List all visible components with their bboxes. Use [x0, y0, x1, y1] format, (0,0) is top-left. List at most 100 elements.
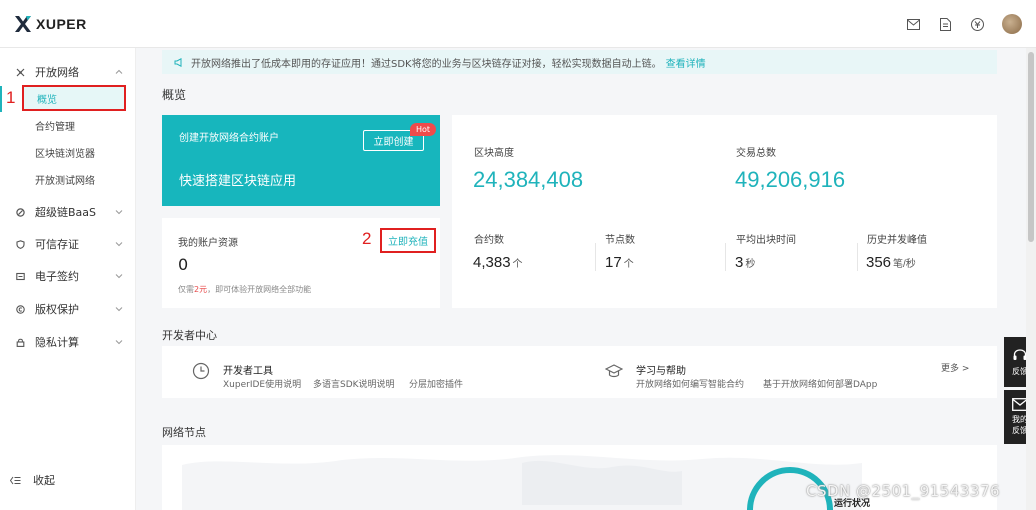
dev-tools-link-ide[interactable]: XuperIDE使用说明 [223, 377, 301, 390]
block-time-number: 3 [735, 254, 744, 271]
learn-link-contract[interactable]: 开放网络如何编写智能合约 [636, 377, 744, 390]
copyright-icon [16, 304, 25, 314]
block-height-value: 24,384,408 [473, 167, 584, 192]
contracts-label: 合约数 [474, 235, 504, 246]
create-account-title: 创建开放网络合约账户 [179, 133, 279, 144]
annotation-number-2: 2 [362, 229, 372, 248]
baas-icon [16, 207, 25, 217]
chevron-up-icon [115, 69, 123, 74]
network-map: 运行状况 [162, 445, 997, 510]
logo[interactable]: XUPER [13, 14, 87, 34]
promo-slogan: 快速搭建区块链应用 [179, 174, 297, 189]
hot-badge: Hot [410, 123, 436, 136]
chevron-down-icon [115, 210, 123, 215]
block-time-unit: 秒 [745, 259, 756, 270]
create-account-card: 创建开放网络合约账户 立即创建 Hot 快速搭建区块链应用 [162, 115, 440, 206]
tx-total-label: 交易总数 [736, 148, 776, 159]
annotation-number-1: 1 [6, 88, 16, 107]
dev-center-title: 开发者中心 [162, 329, 217, 342]
sidebar-item-label: 开放测试网络 [35, 175, 95, 187]
contracts-number: 4,383 [473, 254, 511, 271]
graduation-cap-icon [605, 364, 623, 378]
block-time-value: 3秒 [735, 254, 755, 271]
recharge-button[interactable]: 立即充值 [380, 228, 436, 253]
divider [857, 243, 858, 271]
tip-suffix: ，即可体验开放网络全部功能 [207, 285, 312, 294]
sidebar-group-copyright[interactable]: 版权保护 [0, 299, 136, 319]
contracts-value: 4,383 个 [473, 254, 523, 271]
nodes-unit: 个 [623, 259, 634, 270]
sidebar-item-label: 区块链浏览器 [35, 148, 95, 160]
sidebar-group-label: 开放网络 [35, 66, 79, 79]
sidebar-group-label: 版权保护 [35, 303, 79, 316]
sidebar-item-overview[interactable]: 概览 [22, 85, 126, 111]
sidebar-item-label: 合约管理 [35, 121, 75, 133]
xuper-logo-icon [15, 16, 31, 32]
sidebar-group-open-network[interactable]: 开放网络 [0, 62, 136, 82]
mail-icon[interactable] [906, 17, 920, 31]
collapse-icon [10, 476, 21, 484]
lock-icon [16, 338, 25, 347]
dev-tools-link-encrypt[interactable]: 分层加密插件 [409, 377, 463, 390]
tx-total-value: 49,206,916 [735, 167, 846, 192]
block-height-label: 区块高度 [474, 148, 514, 159]
account-resources-title: 我的账户资源 [178, 238, 238, 249]
learn-link-dapp[interactable]: 基于开放网络如何部署DApp [763, 377, 877, 390]
sidebar-group-label: 隐私计算 [35, 336, 79, 349]
account-resources-card: 我的账户资源 0 仅需2元，即可体验开放网络全部功能 立即充值 [162, 218, 440, 308]
peak-unit: 笔/秒 [893, 259, 916, 270]
tip-amount: 2元 [194, 285, 208, 294]
network-nodes-title: 网络节点 [162, 426, 206, 439]
divider [725, 243, 726, 271]
chevron-down-icon [115, 307, 123, 312]
chevron-down-icon [115, 242, 123, 247]
shield-icon [16, 239, 25, 249]
dev-tools-link-sdk[interactable]: 多语言SDK说明说明 [313, 377, 395, 390]
active-indicator [0, 86, 2, 112]
network-icon [16, 68, 25, 76]
sidebar-item-blockchain-browser[interactable]: 区块链浏览器 [22, 139, 126, 165]
chevron-down-icon [115, 274, 123, 279]
sidebar-collapse-button[interactable]: 收起 [10, 472, 55, 488]
page-scrollbar[interactable] [1026, 48, 1036, 510]
sidebar: 开放网络 1 概览 合约管理 区块链浏览器 开放测试网络 超级链BaaS 可信存… [0, 48, 136, 510]
scrollbar-thumb[interactable] [1028, 52, 1034, 242]
peak-concurrency-label: 历史并发峰值 [867, 235, 927, 246]
sidebar-group-label: 可信存证 [35, 238, 79, 251]
dev-tools-title: 开发者工具 [223, 366, 273, 377]
sidebar-group-esign[interactable]: 电子签约 [0, 266, 136, 286]
tip-prefix: 仅需 [178, 285, 194, 294]
block-time-label: 平均出块时间 [736, 235, 796, 246]
peak-number: 356 [866, 254, 892, 271]
sidebar-item-test-network[interactable]: 开放测试网络 [22, 166, 126, 192]
learn-help-title: 学习与帮助 [636, 366, 686, 377]
divider [595, 243, 596, 271]
notice-details-link[interactable]: 查看详情 [666, 55, 706, 70]
page-title: 概览 [162, 88, 187, 102]
nodes-label: 节点数 [605, 235, 635, 246]
watermark: CSDN @2501_91543376 [806, 482, 1001, 500]
sidebar-group-baas[interactable]: 超级链BaaS [0, 202, 136, 222]
avatar[interactable] [1002, 14, 1022, 34]
clock-icon [192, 362, 210, 380]
sign-icon [16, 272, 25, 280]
sidebar-group-evidence[interactable]: 可信存证 [0, 234, 136, 254]
logo-text: XUPER [36, 16, 87, 32]
sidebar-item-contract-management[interactable]: 合约管理 [22, 112, 126, 138]
top-bar: XUPER [0, 0, 1036, 48]
account-tip: 仅需2元，即可体验开放网络全部功能 [178, 284, 311, 295]
chevron-down-icon [115, 340, 123, 345]
sidebar-group-label: 超级链BaaS [35, 206, 97, 219]
dev-center-card: 开发者工具 XuperIDE使用说明 多语言SDK说明说明 分层加密插件 学习与… [162, 346, 997, 398]
megaphone-icon [174, 57, 182, 67]
sidebar-group-privacy[interactable]: 隐私计算 [0, 332, 136, 352]
more-link[interactable]: 更多 > [941, 361, 969, 374]
notice-text: 开放网络推出了低成本即用的存证应用！通过SDK将您的业务与区块链存证对接，轻松实… [191, 58, 662, 70]
currency-icon[interactable] [970, 17, 984, 31]
account-balance: 0 [178, 255, 189, 274]
document-icon[interactable] [938, 17, 952, 31]
world-map-graphic [182, 455, 862, 510]
peak-concurrency-value: 356 笔/秒 [866, 254, 916, 271]
notice-bar: 开放网络推出了低成本即用的存证应用！通过SDK将您的业务与区块链存证对接，轻松实… [162, 50, 997, 74]
sidebar-group-label: 电子签约 [35, 270, 79, 283]
